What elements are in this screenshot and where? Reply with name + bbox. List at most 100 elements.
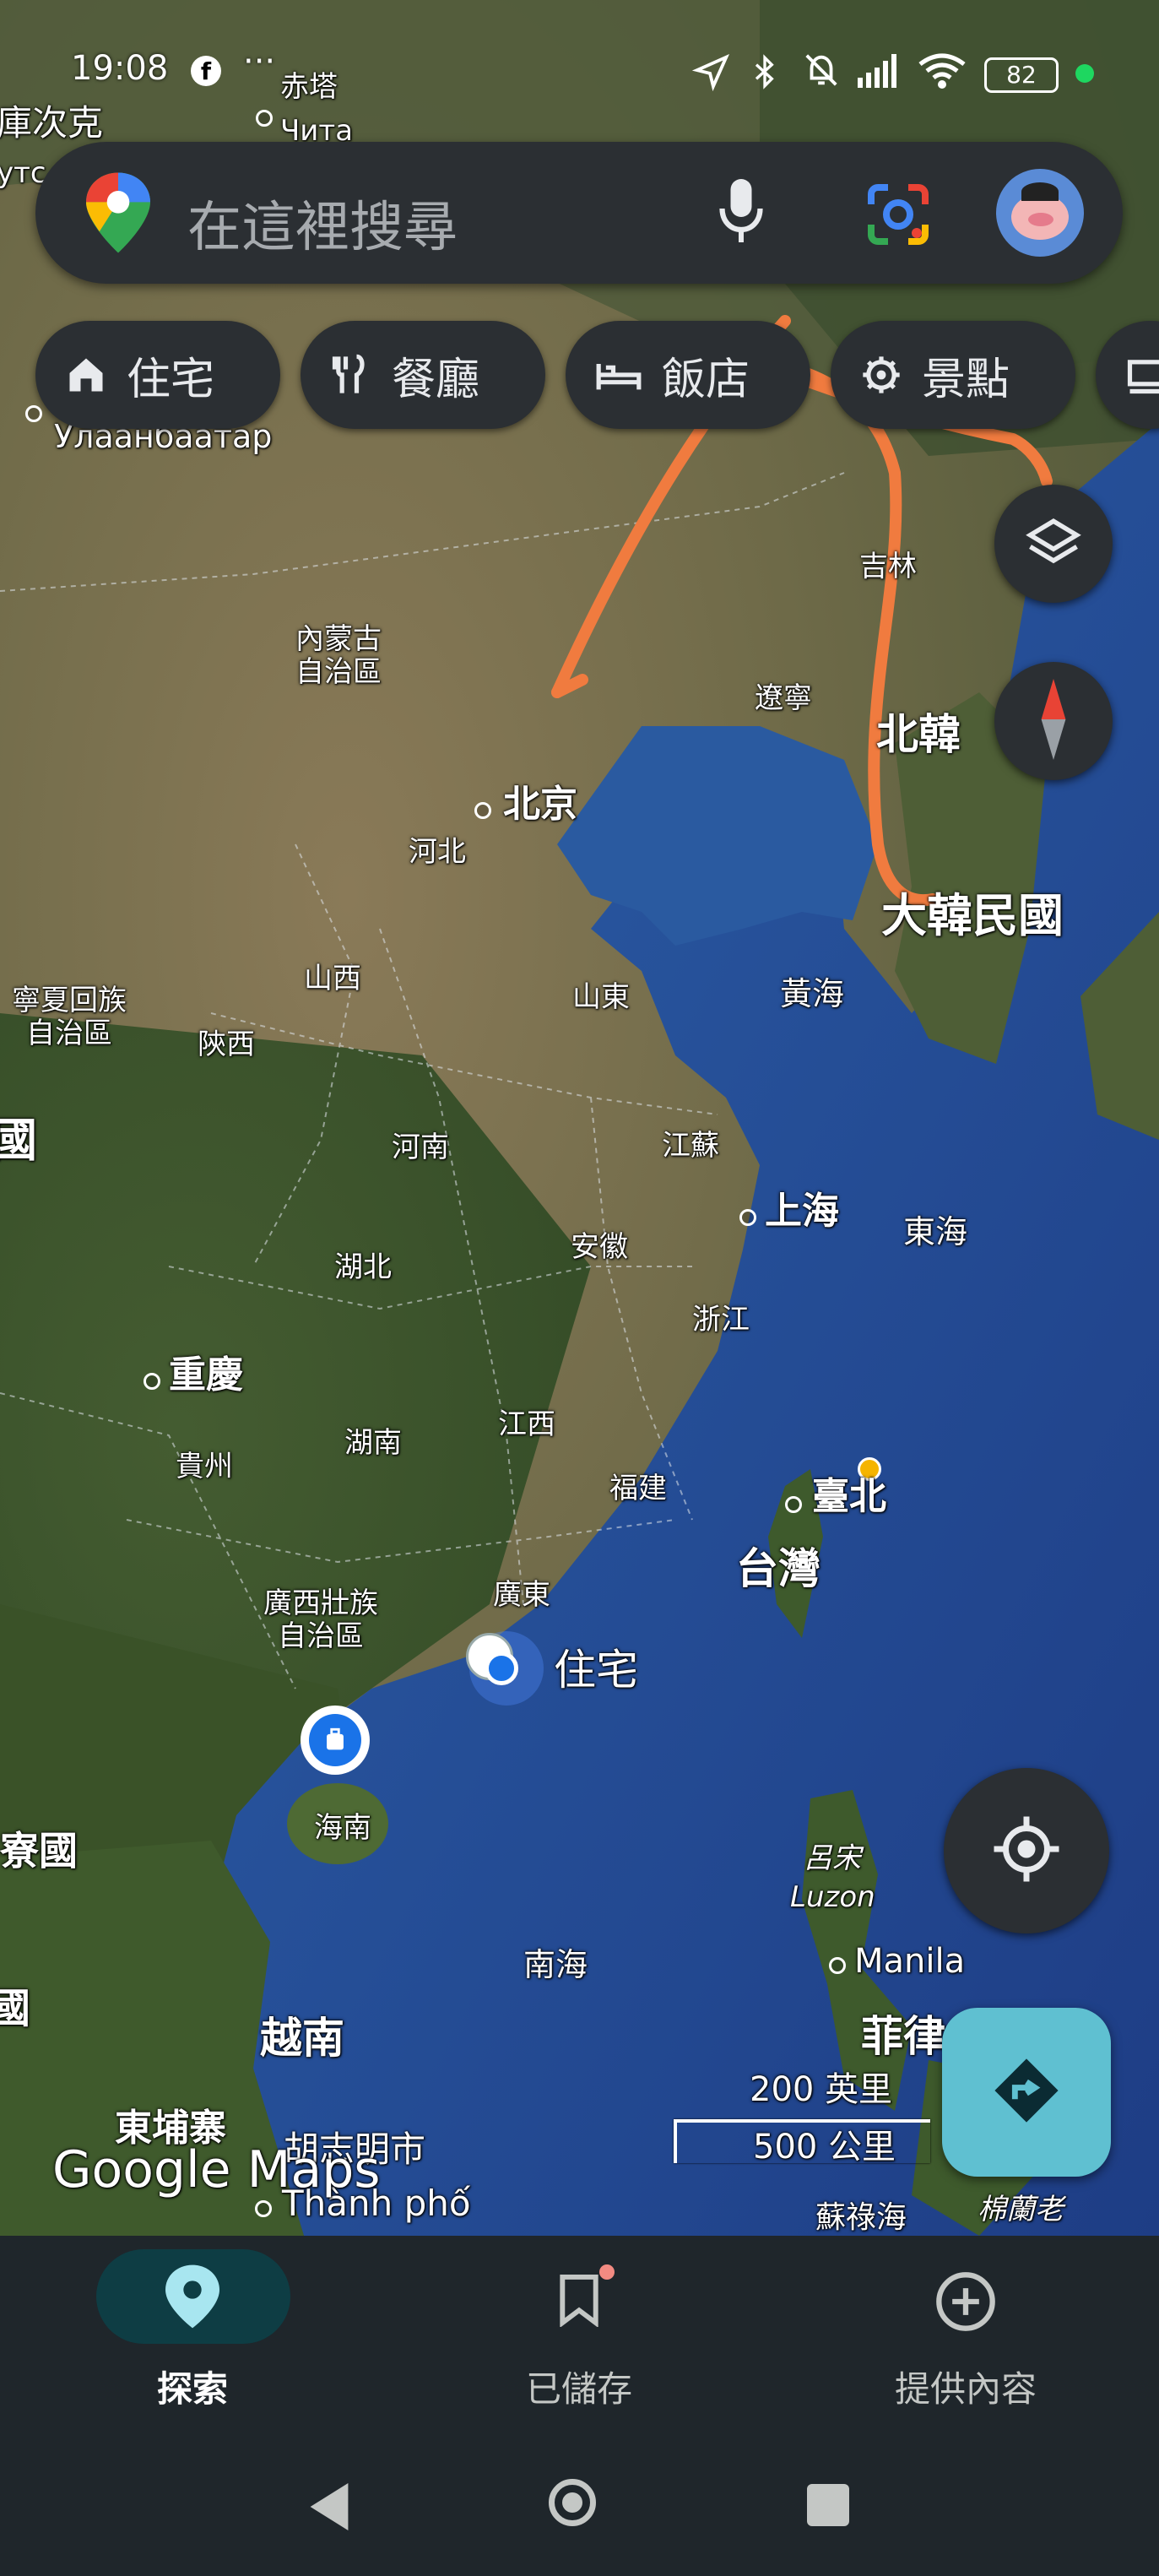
map-label: 海南: [314, 1811, 371, 1845]
battery-icon: 82: [984, 57, 1059, 93]
map-label: 陝西: [198, 1028, 255, 1061]
layers-button[interactable]: [994, 485, 1113, 603]
chip-restaurants[interactable]: 餐廳: [301, 321, 545, 429]
search-bar[interactable]: 在這裡搜尋: [35, 142, 1123, 284]
map-label: 呂宋: [804, 1841, 861, 1875]
map-label: утс: [0, 156, 46, 190]
map-label: 國: [0, 1985, 31, 2032]
map-label: 黃海: [780, 975, 845, 1012]
map-label: 湖北: [334, 1250, 392, 1284]
location-pin-icon[interactable]: [165, 2264, 219, 2332]
map-label: 寧夏回族 自治區: [12, 984, 127, 1051]
map-label: 越南: [260, 2014, 344, 2063]
map-label: 東海: [903, 1213, 968, 1250]
map-label: 北韓: [876, 710, 961, 759]
recents-icon[interactable]: [807, 2484, 849, 2526]
map-label: 庫次克: [0, 102, 104, 144]
crosshair-icon: [991, 1814, 1062, 1888]
map-label: 湖南: [344, 1426, 402, 1460]
map-label: 貴州: [176, 1450, 233, 1483]
bookmark-icon[interactable]: [557, 2273, 601, 2330]
restaurant-icon: [329, 353, 373, 397]
map-label: 赤塔: [280, 70, 338, 104]
my-location-button[interactable]: [944, 1768, 1109, 1933]
signal-icon: [858, 54, 902, 91]
map-label: 菲律: [861, 2012, 945, 2061]
bluetooth-icon: [748, 51, 782, 96]
map-label: 江蘇: [662, 1129, 719, 1163]
map-label: 北京: [503, 783, 577, 826]
directions-button[interactable]: [942, 2008, 1111, 2177]
camera-indicator-icon: [1075, 64, 1094, 83]
map-label: 大韓民國: [881, 889, 1064, 942]
system-navigation-bar: [0, 2455, 1159, 2576]
home-button-icon[interactable]: [549, 2479, 596, 2526]
chip-label: 景點: [922, 354, 1010, 405]
my-location-dot-icon[interactable]: [485, 1651, 518, 1685]
compass-icon: [1032, 679, 1075, 763]
map-label: 臺北: [812, 1475, 886, 1518]
location-arrow-icon: [691, 52, 731, 95]
map-label: 住宅: [554, 1646, 638, 1695]
city-dot: [739, 1209, 756, 1226]
bottom-navigation: 探索 已儲存 提供內容: [0, 2236, 1159, 2455]
map-label: 遼寧: [755, 681, 812, 715]
city-dot: [785, 1496, 802, 1513]
city-dot: [474, 802, 491, 819]
facebook-icon: f: [191, 56, 221, 86]
chip-attractions[interactable]: 景點: [831, 321, 1075, 429]
map-label: 棉蘭老: [978, 2193, 1064, 2226]
home-icon: [64, 353, 108, 397]
luggage-pin-icon[interactable]: [301, 1706, 370, 1775]
map-label: 河南: [392, 1131, 449, 1164]
map-label: 台灣: [736, 1544, 821, 1593]
map-label: 南海: [523, 1946, 588, 1983]
city-dot: [144, 1373, 160, 1390]
scale-metric: 500 公里: [753, 2128, 896, 2167]
google-maps-logo-icon: [86, 172, 150, 257]
more-notifications-icon: ···: [243, 42, 276, 81]
map-label: 吉林: [859, 550, 917, 583]
nav-explore[interactable]: 探索: [66, 2361, 319, 2412]
status-time: 19:08: [71, 49, 169, 88]
city-dot: [829, 1957, 846, 1974]
map-label: 廣東: [493, 1578, 550, 1612]
map-label: Luzon: [790, 1880, 875, 1914]
google-lens-icon[interactable]: [864, 181, 932, 252]
city-dot: [25, 405, 42, 422]
chip-home[interactable]: 住宅: [35, 321, 280, 429]
back-icon[interactable]: [306, 2481, 353, 2536]
map-label: 山東: [572, 980, 630, 1014]
map-label: 安徽: [571, 1230, 628, 1264]
map-label: 江西: [498, 1407, 555, 1441]
map-label: 上海: [765, 1190, 839, 1233]
notification-dot: [599, 2264, 615, 2280]
map-label: 廣西壯族 自治區: [263, 1586, 378, 1654]
avatar[interactable]: [996, 169, 1084, 257]
map-label: 內蒙古 自治區: [295, 622, 382, 690]
map-label: 福建: [609, 1472, 667, 1505]
map-label: 國: [0, 1114, 37, 1167]
chip-label: 住宅: [127, 354, 215, 405]
map-label: 浙江: [692, 1303, 750, 1337]
chip-hotels[interactable]: 飯店: [566, 321, 810, 429]
add-circle-icon[interactable]: [934, 2270, 998, 2337]
map-label: 河北: [409, 835, 466, 869]
attractions-icon: [859, 353, 903, 397]
nav-contribute[interactable]: 提供內容: [839, 2361, 1092, 2412]
map-label: Manila: [854, 1942, 966, 1981]
map-label: 寮國: [0, 1828, 78, 1874]
chip-label: 餐廳: [392, 354, 480, 405]
scale-imperial: 200 英里: [750, 2070, 893, 2109]
microphone-icon[interactable]: [716, 179, 766, 250]
search-input[interactable]: 在這裡搜尋: [187, 184, 458, 262]
chip-label: 飯店: [662, 354, 750, 405]
map-label: 重慶: [169, 1353, 243, 1396]
compass-button[interactable]: [994, 662, 1113, 780]
map-label: 山西: [304, 962, 361, 995]
map-label: 蘇祿海: [815, 2200, 907, 2235]
city-dot: [256, 110, 273, 127]
city-dot: [255, 2200, 272, 2217]
nav-saved[interactable]: 已儲存: [452, 2361, 706, 2412]
wifi-icon: [917, 51, 967, 95]
